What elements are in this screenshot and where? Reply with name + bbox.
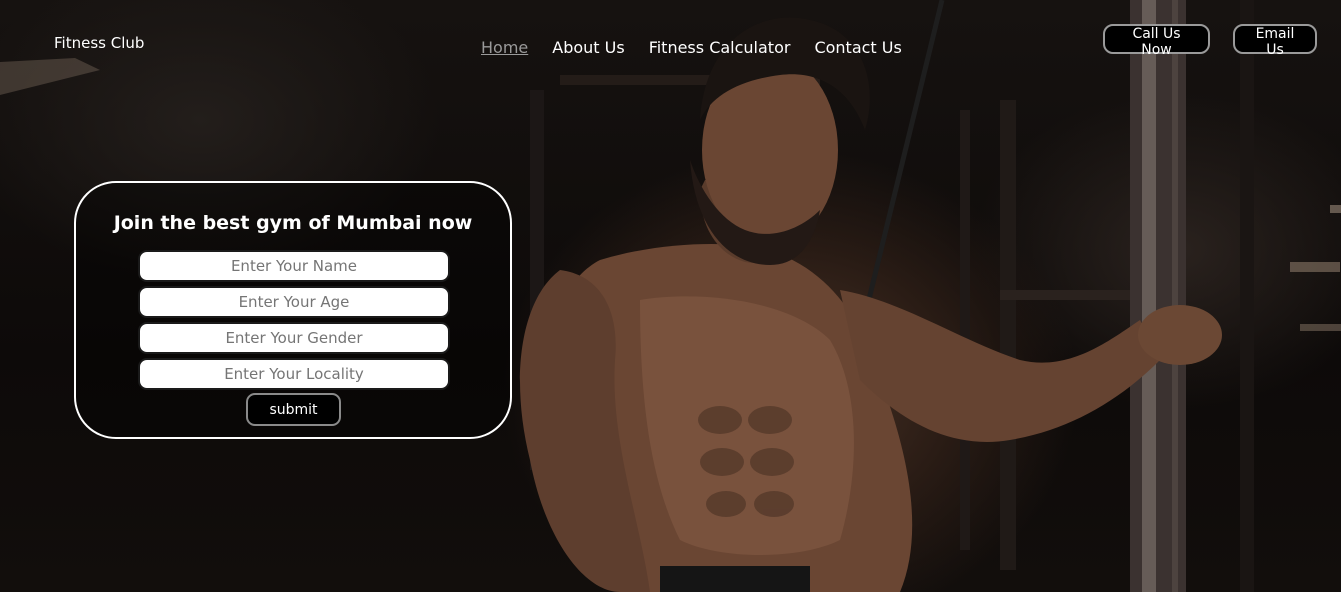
age-input[interactable] — [138, 286, 450, 318]
nav-link-fitness-calculator[interactable]: Fitness Calculator — [649, 38, 791, 57]
submit-button[interactable]: submit — [246, 393, 341, 426]
form-title: Join the best gym of Mumbai now — [113, 212, 473, 234]
join-gym-form: Join the best gym of Mumbai now submit — [74, 181, 512, 439]
gender-input[interactable] — [138, 322, 450, 354]
nav-link-contact-us[interactable]: Contact Us — [814, 38, 901, 57]
email-us-button[interactable]: Email Us — [1233, 24, 1317, 58]
call-us-now-button[interactable]: Call Us Now — [1103, 24, 1210, 58]
landing-page: Fitness Club Home About Us Fitness Calcu… — [0, 0, 1341, 592]
nav-link-home[interactable]: Home — [481, 38, 528, 57]
name-input[interactable] — [138, 250, 450, 282]
main-nav: Home About Us Fitness Calculator Contact… — [481, 38, 926, 57]
nav-link-about-us[interactable]: About Us — [552, 38, 624, 57]
brand-logo-text[interactable]: Fitness Club — [54, 34, 144, 52]
locality-input[interactable] — [138, 358, 450, 390]
